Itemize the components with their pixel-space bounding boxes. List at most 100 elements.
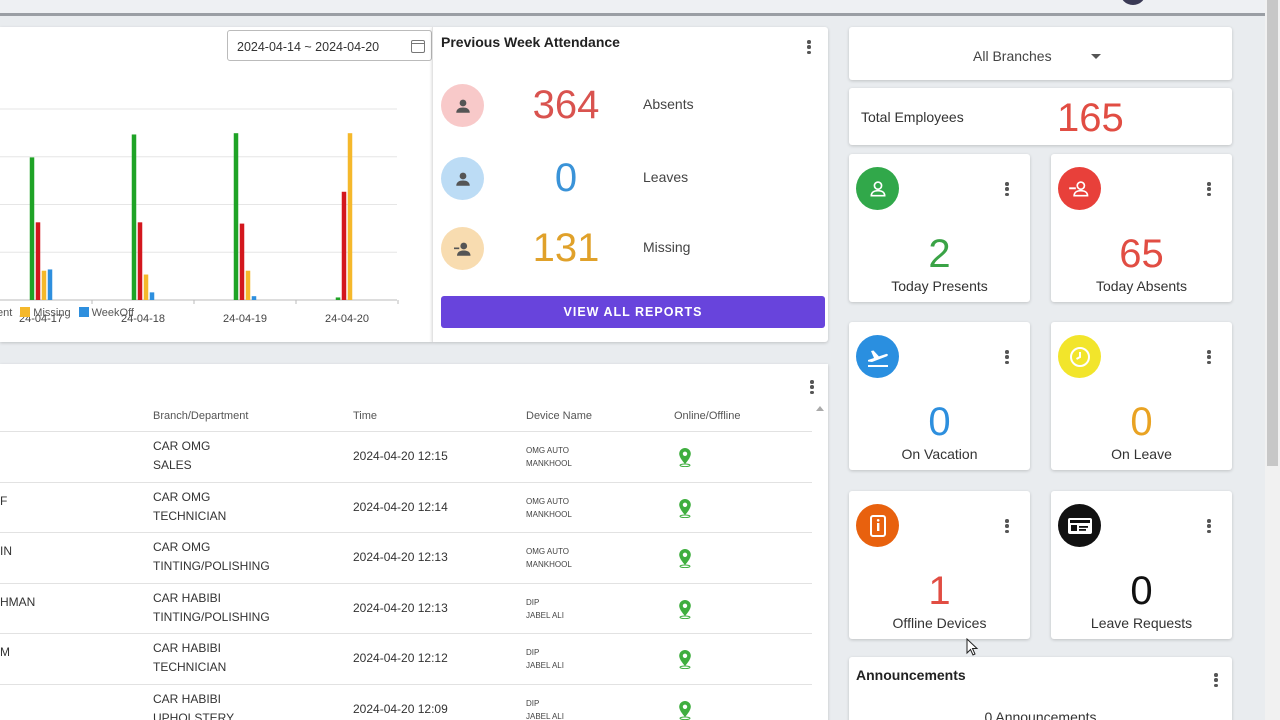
- device-name-line2: MANKHOOL: [526, 509, 572, 519]
- location-pin-icon[interactable]: [678, 548, 692, 571]
- on-leave-card[interactable]: 0 On Leave: [1051, 322, 1232, 470]
- bar-absent-24-04-20[interactable]: [341, 191, 347, 300]
- more-options-icon[interactable]: [1002, 517, 1012, 535]
- table-row[interactable]: CAR HABIBI UPHOLSTERY 2024-04-20 12:09 DIP J…: [0, 684, 812, 720]
- absents-label: Absents: [643, 96, 694, 112]
- punch-time: 2024-04-20 12:09: [353, 702, 448, 716]
- more-options-icon[interactable]: [1002, 348, 1012, 366]
- header-time[interactable]: Time: [353, 410, 377, 422]
- table-row[interactable]: HMAN CAR HABIBI TINTING/POLISHING 2024-04-2…: [0, 582, 812, 634]
- department-name: TECHNICIAN: [153, 508, 227, 523]
- employee-name: IN: [0, 544, 12, 559]
- on-vacation-label: On Vacation: [901, 446, 978, 462]
- bar-missing-24-04-18[interactable]: [143, 274, 149, 300]
- branch-name: CAR HABIBI: [153, 692, 222, 706]
- legend-swatch: [78, 307, 89, 317]
- legend-item[interactable]: ent: [0, 307, 12, 319]
- chevron-down-icon[interactable]: [1091, 54, 1101, 59]
- calendar-icon[interactable]: [411, 40, 425, 53]
- bar-present-24-04-18[interactable]: [131, 134, 137, 300]
- branch-select[interactable]: All Branches: [849, 27, 1232, 80]
- device-name-line2: JABEL ALI: [526, 661, 564, 671]
- leave-requests-card[interactable]: 0 Leave Requests: [1051, 491, 1232, 639]
- view-all-reports-button[interactable]: VIEW ALL REPORTS: [441, 296, 825, 328]
- table-row[interactable]: M CAR HABIBI TECHNICIAN 2024-04-20 12:12 DIP…: [0, 633, 812, 684]
- location-pin-icon[interactable]: [678, 599, 692, 622]
- bar-present-24-04-20[interactable]: [335, 297, 341, 300]
- offline-devices-card[interactable]: 1 Offline Devices: [849, 491, 1030, 639]
- bar-weekoff-24-04-17[interactable]: [47, 269, 53, 300]
- more-options-icon[interactable]: [1204, 517, 1214, 535]
- bar-absent-24-04-17[interactable]: [35, 222, 41, 300]
- location-pin-icon[interactable]: [678, 447, 692, 470]
- offline-devices-count: 1: [928, 569, 951, 613]
- legend-item[interactable]: WeekOff: [78, 307, 134, 319]
- branch-department: CAR HABIBI TINTING/POLISHING: [153, 589, 270, 627]
- today-presents-label: Today Presents: [891, 278, 988, 294]
- bar-weekoff-24-04-18[interactable]: [149, 292, 155, 300]
- department-name: TINTING/POLISHING: [153, 559, 270, 574]
- department-name: SALES: [153, 458, 192, 472]
- more-options-icon[interactable]: [1204, 348, 1214, 366]
- device-icon: [856, 504, 899, 547]
- bar-present-24-04-19[interactable]: [233, 133, 239, 300]
- location-pin-icon[interactable]: [678, 498, 692, 521]
- table-row[interactable]: F CAR OMG TECHNICIAN 2024-04-20 12:14 OMG AU…: [0, 481, 812, 533]
- announcements-title: Announcements: [856, 667, 966, 683]
- device-name-line1: OMG AUTO: [526, 496, 569, 506]
- bar-missing-24-04-17[interactable]: [41, 270, 47, 300]
- leave-requests-count: 0: [1130, 569, 1153, 613]
- attendance-chart-card: 2024-04-14 ~ 2024-04-20 24-04-17 24-04-18…: [0, 27, 432, 342]
- device-name-line1: DIP: [526, 648, 540, 658]
- on-vacation-card[interactable]: 0 On Vacation: [849, 322, 1030, 470]
- today-absents-count: 65: [1119, 232, 1164, 276]
- bar-missing-24-04-19[interactable]: [245, 270, 251, 300]
- device-name-line1: OMG AUTO: [526, 446, 569, 455]
- date-range-picker[interactable]: 2024-04-14 ~ 2024-04-20: [227, 30, 432, 61]
- table-row[interactable]: CAR OMG SALES 2024-04-20 12:15 OMG AUTO MANK…: [0, 431, 812, 482]
- more-options-icon[interactable]: [1204, 180, 1214, 198]
- today-presents-count: 2: [928, 232, 951, 276]
- on-vacation-count: 0: [928, 400, 951, 444]
- punch-time: 2024-04-20 12:14: [353, 499, 448, 514]
- legend-label: Missing: [33, 307, 71, 319]
- branch-name: CAR HABIBI: [153, 641, 222, 656]
- legend-item[interactable]: Missing: [20, 307, 71, 319]
- user-icon: [856, 167, 899, 210]
- header-device[interactable]: Device Name: [526, 410, 592, 422]
- today-presents-card[interactable]: 2 Today Presents: [849, 154, 1030, 302]
- bar-missing-24-04-20[interactable]: [347, 133, 353, 300]
- today-absents-card[interactable]: 65 Today Absents: [1051, 154, 1232, 302]
- mouse-cursor-icon: [966, 638, 979, 656]
- user-icon: [441, 84, 484, 127]
- punch-time: 2024-04-20 12:13: [353, 600, 448, 615]
- branch-department: CAR HABIBI UPHOLSTERY: [153, 690, 234, 720]
- more-options-icon[interactable]: [807, 378, 817, 396]
- device-name: DIP JABEL ALI: [526, 596, 564, 622]
- bar-absent-24-04-18[interactable]: [137, 222, 143, 300]
- date-range-value: 2024-04-14 ~ 2024-04-20: [237, 40, 380, 54]
- branch-name: CAR OMG: [153, 540, 211, 555]
- more-options-icon[interactable]: [1211, 671, 1221, 689]
- branch-department: CAR OMG SALES: [153, 437, 210, 475]
- more-options-icon[interactable]: [1002, 180, 1012, 198]
- bar-weekoff-24-04-19[interactable]: [251, 296, 257, 300]
- clock-icon: [1058, 335, 1101, 378]
- bar-absent-24-04-19[interactable]: [239, 223, 245, 300]
- bar-present-24-04-17[interactable]: [29, 157, 35, 300]
- header-status[interactable]: Online/Offline: [674, 410, 740, 422]
- location-pin-icon[interactable]: [678, 649, 692, 672]
- user-minus-icon: [1058, 167, 1101, 210]
- table-row[interactable]: IN CAR OMG TINTING/POLISHING 2024-04-20 12:…: [0, 532, 812, 583]
- header-branch[interactable]: Branch/Department: [153, 410, 248, 422]
- more-options-icon[interactable]: [804, 38, 814, 56]
- page-scrollbar-thumb[interactable]: [1267, 0, 1278, 466]
- location-pin-icon[interactable]: [678, 700, 692, 720]
- offline-devices-label: Offline Devices: [892, 615, 987, 631]
- absents-row: 364 Absents: [441, 83, 821, 128]
- total-employees-card: Total Employees 165: [849, 88, 1232, 145]
- table-scroll-up-arrow[interactable]: [816, 406, 824, 411]
- branch-name: CAR HABIBI: [153, 590, 222, 605]
- device-name: OMG AUTO MANKHOOL: [526, 495, 572, 521]
- branch-department: CAR HABIBI TECHNICIAN: [153, 639, 226, 677]
